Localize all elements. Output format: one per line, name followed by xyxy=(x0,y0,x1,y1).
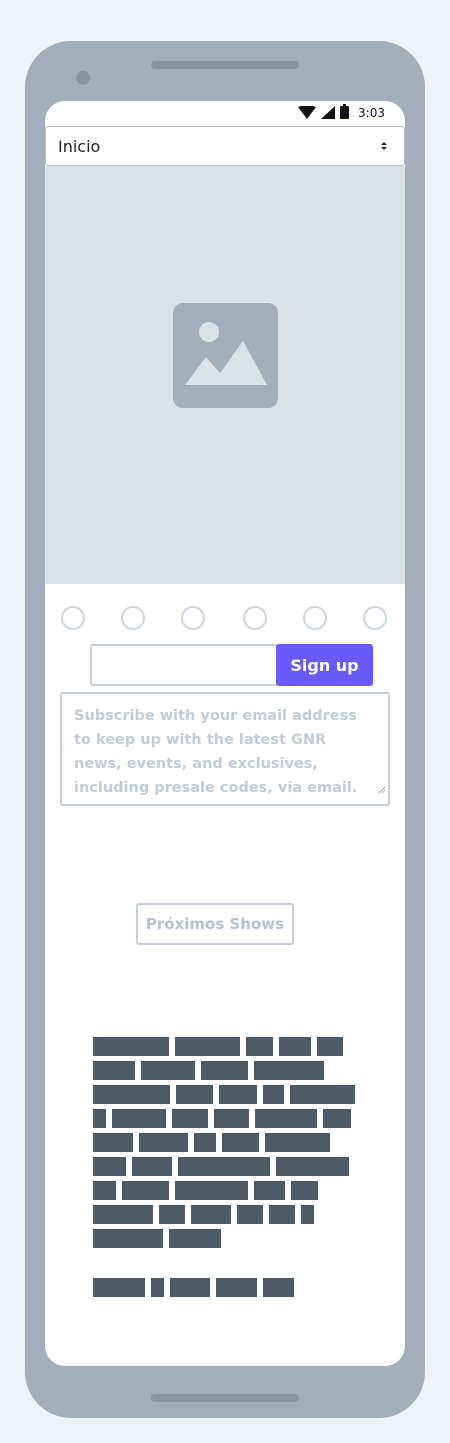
text-placeholder-bar xyxy=(159,1205,185,1224)
page-select-value: Inicio xyxy=(58,136,101,156)
text-placeholder-bar xyxy=(265,1133,330,1152)
text-placeholder-bar xyxy=(246,1037,273,1056)
text-placeholder-bar xyxy=(255,1109,317,1128)
signal-icon xyxy=(321,104,336,123)
text-placeholder-bar xyxy=(132,1157,172,1176)
phone-screen: 3:03 Inicio Sign up Subscribe with your … xyxy=(45,101,405,1366)
text-placeholder-bar xyxy=(317,1037,343,1056)
text-placeholder-bar xyxy=(279,1037,311,1056)
email-field[interactable] xyxy=(90,644,278,686)
text-placeholder-bar xyxy=(93,1181,116,1200)
page-select[interactable]: Inicio xyxy=(45,126,405,166)
subscribe-textarea[interactable]: Subscribe with your email address to kee… xyxy=(60,692,390,806)
upcoming-shows-button[interactable]: Próximos Shows xyxy=(136,903,294,945)
text-placeholder-bar xyxy=(175,1037,240,1056)
text-placeholder-bar xyxy=(219,1085,257,1104)
carousel-dot-6[interactable] xyxy=(363,606,387,630)
carousel-dot-1[interactable] xyxy=(61,606,85,630)
text-placeholder-bar xyxy=(93,1229,163,1248)
phone-frame: 3:03 Inicio Sign up Subscribe with your … xyxy=(25,41,425,1418)
wifi-icon xyxy=(298,104,317,123)
redacted-text-block xyxy=(93,1037,363,1297)
text-placeholder-bar xyxy=(139,1133,188,1152)
carousel-dot-2[interactable] xyxy=(121,606,145,630)
carousel-dot-3[interactable] xyxy=(181,606,205,630)
text-placeholder-bar xyxy=(301,1205,314,1224)
speaker-grille xyxy=(151,61,299,69)
image-placeholder-icon xyxy=(173,303,278,412)
text-placeholder-bar xyxy=(122,1181,169,1200)
text-placeholder-bar xyxy=(263,1085,284,1104)
text-placeholder-bar xyxy=(151,1278,164,1297)
sign-up-button[interactable]: Sign up xyxy=(276,644,373,686)
text-placeholder-bar xyxy=(93,1037,169,1056)
home-bar xyxy=(151,1394,299,1402)
hero-image xyxy=(45,166,405,584)
text-placeholder-bar xyxy=(170,1278,210,1297)
text-placeholder-bar xyxy=(194,1133,216,1152)
text-placeholder-bar xyxy=(191,1205,231,1224)
text-placeholder-bar xyxy=(254,1181,285,1200)
text-placeholder-bar xyxy=(269,1205,295,1224)
text-placeholder-bar xyxy=(175,1181,248,1200)
select-arrows-icon xyxy=(374,140,394,152)
text-placeholder-bar xyxy=(222,1133,259,1152)
text-placeholder-bar xyxy=(214,1109,249,1128)
text-placeholder-bar xyxy=(290,1085,355,1104)
text-placeholder-bar xyxy=(176,1085,213,1104)
text-placeholder-bar xyxy=(93,1061,135,1080)
text-placeholder-bar xyxy=(323,1109,351,1128)
carousel-dot-4[interactable] xyxy=(243,606,267,630)
text-placeholder-bar xyxy=(141,1061,195,1080)
text-placeholder-bar xyxy=(291,1181,318,1200)
text-placeholder-bar xyxy=(93,1085,170,1104)
text-placeholder-bar xyxy=(216,1278,257,1297)
text-placeholder-bar xyxy=(93,1278,145,1297)
text-placeholder-bar xyxy=(93,1109,106,1128)
text-placeholder-bar xyxy=(172,1109,208,1128)
text-placeholder-bar xyxy=(93,1133,133,1152)
text-placeholder-bar xyxy=(93,1205,153,1224)
status-time: 3:03 xyxy=(358,106,385,120)
text-placeholder-bar xyxy=(276,1157,349,1176)
subscribe-placeholder: Subscribe with your email address to kee… xyxy=(74,708,358,796)
text-placeholder-bar xyxy=(254,1061,324,1080)
camera-lens xyxy=(76,71,90,85)
text-placeholder-bar xyxy=(178,1157,270,1176)
battery-icon xyxy=(340,103,350,123)
text-placeholder-bar xyxy=(201,1061,248,1080)
text-placeholder-bar xyxy=(237,1205,263,1224)
carousel-dot-5[interactable] xyxy=(303,606,327,630)
text-placeholder-bar xyxy=(93,1157,126,1176)
text-placeholder-bar xyxy=(169,1229,221,1248)
carousel-indicators xyxy=(45,606,405,636)
status-bar: 3:03 xyxy=(45,101,405,125)
text-placeholder-bar xyxy=(112,1109,166,1128)
resize-handle-icon[interactable] xyxy=(378,778,386,802)
text-placeholder-bar xyxy=(263,1278,294,1297)
